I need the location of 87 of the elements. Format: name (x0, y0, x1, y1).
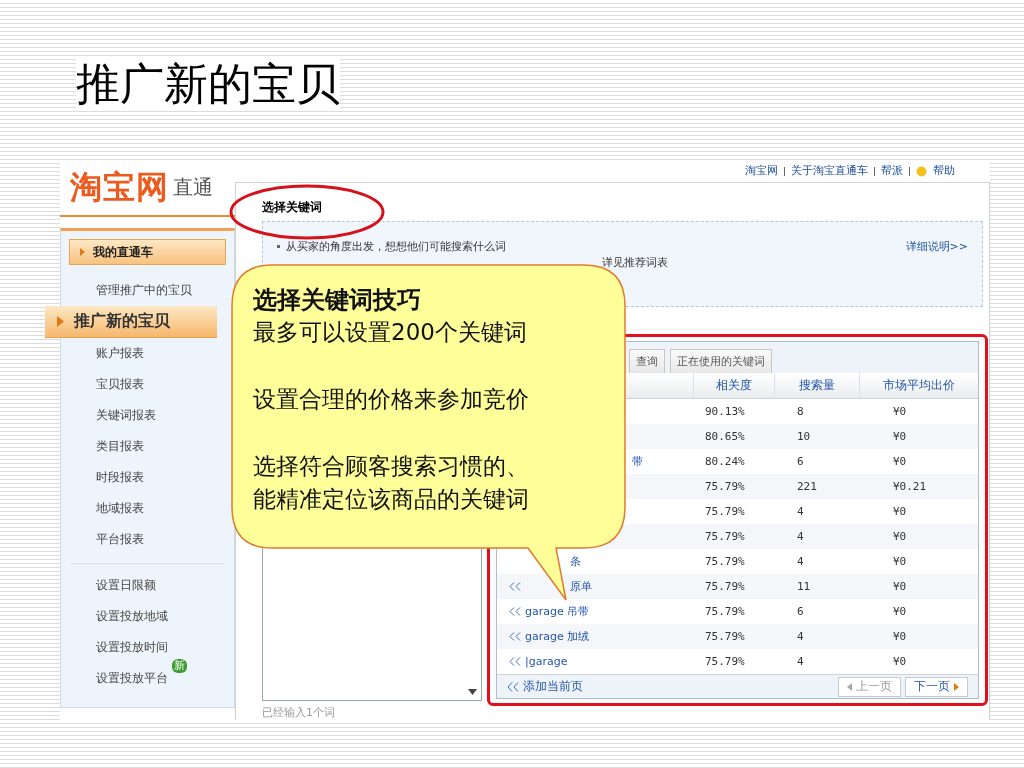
arrow-icon (57, 316, 64, 327)
table-cell-text: 4 (796, 654, 805, 670)
tip-text: 从买家的角度出发，想想他们可能搜索什么词 (286, 239, 506, 254)
tip-text: 详见推荐词表 (602, 256, 668, 269)
callout-text: 选择符合顾客搜索习惯的、 (253, 452, 530, 481)
table-cell-text: 75.79% (704, 479, 746, 495)
slide-title: 推广新的宝贝 (76, 58, 340, 111)
column-header[interactable]: 搜索量 (774, 373, 859, 398)
add-icon[interactable] (509, 657, 521, 666)
add-icon[interactable] (509, 607, 521, 616)
table-cell-text: 80.65% (704, 429, 746, 445)
callout-title: 选择关键词技巧 (253, 285, 422, 316)
table-cell-text: ¥0 (892, 579, 908, 595)
table-cell-text: 8 (796, 404, 805, 420)
sidebar-item[interactable]: 管理推广中的宝贝 (61, 275, 234, 306)
sidebar-item[interactable]: 时段报表 (61, 462, 234, 493)
section-title: 选择关键词 (262, 200, 322, 214)
table-cell-text: ¥0 (892, 654, 908, 670)
top-link[interactable]: 帮派 (881, 164, 903, 178)
table-cell-text: 75.79% (704, 529, 746, 545)
column-header[interactable]: 市场平均出价 (859, 373, 978, 398)
add-page-link[interactable]: 添加当前页 (523, 678, 583, 695)
table-cell-text: 4 (796, 554, 805, 570)
tab[interactable]: 查询 (629, 349, 665, 373)
sidebar-item[interactable]: 设置投放地域 (61, 601, 234, 632)
table-cell-text: 6 (796, 454, 805, 470)
table-cell-text: 75.79% (704, 504, 746, 520)
keyword-link[interactable]: garage 吊带 (525, 604, 590, 619)
table-cell-text: ¥0 (892, 429, 908, 445)
table-cell-text: 11 (796, 579, 812, 595)
input-status: 已经输入1个词 (262, 705, 336, 720)
sidebar-item[interactable]: 账户报表 (61, 338, 234, 369)
table-cell-text: ¥0 (892, 504, 908, 520)
table-cell-text: 221 (796, 479, 818, 495)
table-cell-text: 75.79% (704, 604, 746, 620)
column-header[interactable]: 相关度 (693, 373, 774, 398)
add-icon (507, 681, 519, 692)
sidebar-item[interactable]: 宝贝报表 (61, 369, 234, 400)
sidebar-item[interactable]: 类目报表 (61, 431, 234, 462)
sidebar-item[interactable]: 设置日限额 (61, 570, 234, 601)
top-link[interactable]: 帮助 (933, 164, 955, 178)
details-link[interactable]: 详细说明>> (905, 239, 968, 254)
sidebar-item[interactable]: 地域报表 (61, 493, 234, 524)
table-cell-text: 10 (796, 429, 812, 445)
keyword-link[interactable]: garage 加绒 (525, 629, 590, 644)
top-link[interactable]: 淘宝网 (745, 164, 778, 178)
table-cell-text: ¥0 (892, 454, 908, 470)
table-cell-text: ¥0 (892, 629, 908, 645)
sidebar-header[interactable]: 我的直通车 (69, 239, 226, 265)
table-cell-text: 80.24% (704, 454, 746, 470)
add-icon[interactable] (509, 582, 521, 591)
table-cell-text: 4 (796, 529, 805, 545)
table-cell-text: 4 (796, 504, 805, 520)
scroll-down-icon[interactable] (468, 689, 477, 695)
keyword-link[interactable]: 原单 (570, 579, 592, 594)
next-page-button[interactable]: 下一页 (905, 676, 968, 697)
table-cell-text: 75.79% (704, 579, 746, 595)
add-icon[interactable] (509, 632, 521, 641)
sidebar-item[interactable]: 平台报表 (61, 524, 234, 555)
table-cell-text: 75.79% (704, 554, 746, 570)
callout-text: 能精准定位该商品的关键词 (253, 485, 530, 514)
bullet-icon (277, 245, 280, 248)
keyword-link[interactable]: 条 (570, 554, 581, 569)
keyword-link[interactable]: |garage (525, 655, 568, 668)
table-cell-text: 90.13% (704, 404, 746, 420)
table-cell-text: ¥0.21 (892, 479, 928, 495)
table-cell-text: ¥0 (892, 554, 908, 570)
table-cell-text: 4 (796, 629, 805, 645)
table-cell-text: ¥0 (892, 404, 908, 420)
tab[interactable]: 正在使用的关键词 (670, 349, 772, 373)
callout-text: 设置合理的价格来参加竞价 (253, 385, 530, 414)
table-cell-text: 6 (796, 604, 805, 620)
callout-text: 最多可以设置200个关键词 (253, 318, 528, 347)
sidebar-item[interactable]: 推广新的宝贝 (45, 306, 217, 338)
table-cell-text: ¥0 (892, 529, 908, 545)
logo: 淘宝网 (70, 166, 169, 208)
table-cell-text: 75.79% (704, 629, 746, 645)
top-link[interactable]: 关于淘宝直通车 (791, 164, 868, 178)
table-cell-text: ¥0 (892, 604, 908, 620)
caret-icon (954, 682, 959, 691)
keyword-link[interactable]: 带 (632, 454, 643, 469)
sidebar-item[interactable]: 关键词报表 (61, 400, 234, 431)
arrow-icon (80, 248, 85, 256)
caret-icon (847, 682, 852, 691)
table-cell-text: 75.79% (704, 654, 746, 670)
new-badge: 新 (172, 659, 187, 674)
product-name: 直通 (173, 174, 213, 201)
